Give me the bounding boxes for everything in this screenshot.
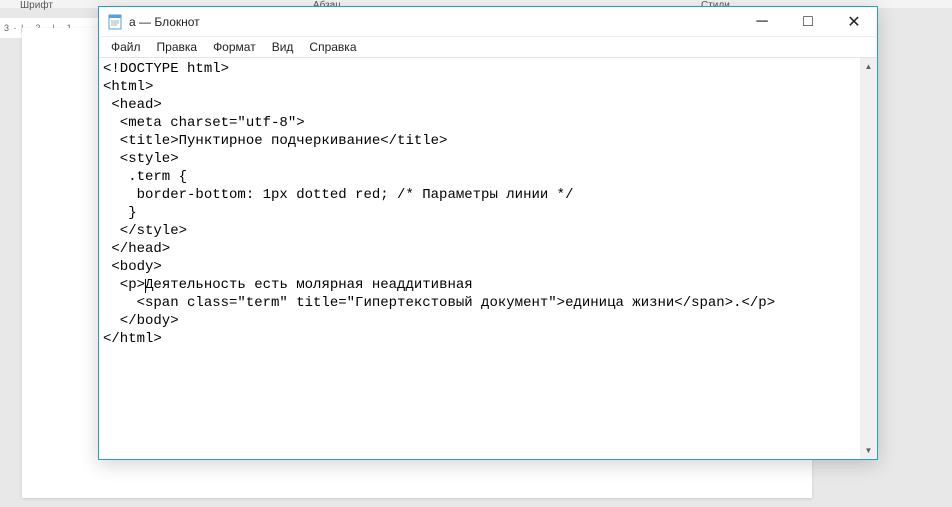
notepad-icon bbox=[107, 14, 123, 30]
code-line: <title>Пунктирное подчеркивание</title> bbox=[103, 133, 447, 149]
editor-area: <!DOCTYPE html> <html> <head> <meta char… bbox=[99, 57, 877, 459]
close-button[interactable]: ✕ bbox=[831, 7, 877, 37]
code-line: <html> bbox=[103, 79, 153, 95]
code-line: <style> bbox=[103, 151, 179, 167]
code-line: <p> bbox=[103, 277, 145, 293]
chevron-up-icon: ▲ bbox=[865, 62, 873, 71]
code-line: </head> bbox=[103, 241, 170, 257]
menu-view[interactable]: Вид bbox=[264, 38, 302, 56]
code-line: } bbox=[103, 205, 137, 221]
code-line: <meta charset="utf-8"> bbox=[103, 115, 305, 131]
ribbon-group-font: Шрифт bbox=[0, 0, 73, 8]
titlebar[interactable]: a — Блокнот ─ □ ✕ bbox=[99, 7, 877, 37]
code-line: <body> bbox=[103, 259, 162, 275]
code-line: </html> bbox=[103, 331, 162, 347]
code-line: .term { bbox=[103, 169, 187, 185]
code-line: <!DOCTYPE html> bbox=[103, 61, 229, 77]
scroll-track[interactable] bbox=[860, 75, 877, 442]
minimize-icon: ─ bbox=[756, 13, 767, 31]
code-line: border-bottom: 1px dotted red; /* Параме… bbox=[103, 187, 573, 203]
menu-format[interactable]: Формат bbox=[205, 38, 264, 56]
menu-edit[interactable]: Правка bbox=[149, 38, 206, 56]
notepad-window: a — Блокнот ─ □ ✕ Файл Правка Формат Вид… bbox=[98, 6, 878, 460]
code-line: </body> bbox=[103, 313, 179, 329]
scroll-down-button[interactable]: ▼ bbox=[860, 442, 877, 459]
maximize-button[interactable]: □ bbox=[785, 7, 831, 37]
code-line: Деятельность есть молярная неаддитивная bbox=[145, 277, 473, 293]
minimize-button[interactable]: ─ bbox=[739, 7, 785, 37]
close-icon: ✕ bbox=[847, 12, 860, 32]
code-line: <head> bbox=[103, 97, 162, 113]
code-line: <span class="term" title="Гипертекстовый… bbox=[103, 295, 775, 311]
menu-help[interactable]: Справка bbox=[301, 38, 364, 56]
vertical-scrollbar[interactable]: ▲ ▼ bbox=[860, 58, 877, 459]
menubar: Файл Правка Формат Вид Справка bbox=[99, 37, 877, 57]
text-editor[interactable]: <!DOCTYPE html> <html> <head> <meta char… bbox=[99, 58, 860, 459]
scroll-up-button[interactable]: ▲ bbox=[860, 58, 877, 75]
chevron-down-icon: ▼ bbox=[865, 446, 873, 455]
window-title: a — Блокнот bbox=[129, 15, 739, 29]
code-line: </style> bbox=[103, 223, 187, 239]
menu-file[interactable]: Файл bbox=[103, 38, 149, 56]
maximize-icon: □ bbox=[803, 13, 813, 31]
